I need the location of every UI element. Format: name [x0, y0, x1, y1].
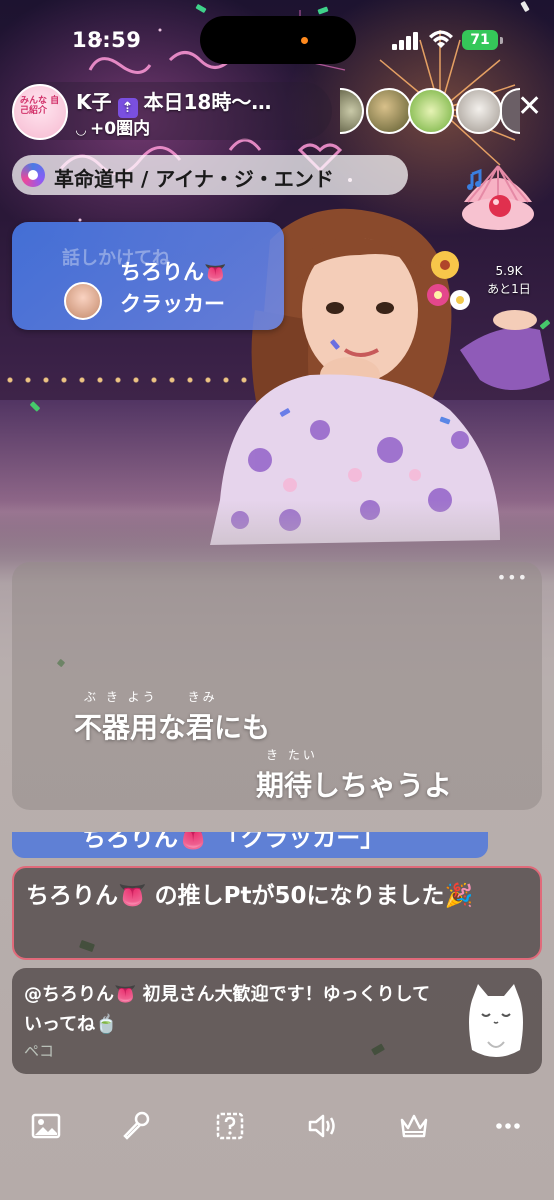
viewer-avatars[interactable] — [340, 88, 520, 134]
gift-sender-name: ちろりん👅 — [120, 256, 226, 286]
system-message-text: ちろりん👅 の推しPtが50になりました🎉 — [26, 883, 474, 909]
cat-sticker-icon — [469, 984, 523, 1057]
more-button[interactable] — [488, 1106, 528, 1146]
status-time: 18:59 — [72, 28, 142, 52]
event-badge[interactable]: 5.9K あと1日 — [476, 262, 542, 298]
recording-indicator-icon — [301, 37, 308, 44]
cellular-signal-icon — [392, 32, 418, 50]
chat-message-author: ペコ — [24, 1042, 55, 1060]
battery-level: 71 — [470, 32, 490, 48]
more-icon — [496, 1123, 520, 1129]
gift-sender-text: ちろりん — [120, 260, 204, 284]
gift-sender-avatar[interactable] — [64, 282, 102, 320]
gift-history-banner: ちろりん👅 「クラッカー」 — [12, 832, 488, 858]
lyric-line-1: 不器用な君にも — [74, 711, 271, 744]
lyrics-more-icon[interactable]: ••• — [497, 568, 528, 587]
lyric-line-2: 期待しちゃうよ — [256, 769, 453, 802]
lyric-line-1-ruby: ぶ き よう きみ — [84, 690, 218, 704]
battery-icon: 71 — [462, 30, 498, 50]
host-ranking: ◡ +0圏内 — [76, 114, 150, 139]
image-button[interactable] — [26, 1106, 66, 1146]
wifi-icon — [429, 30, 453, 48]
host-profile-pill[interactable]: みんな 自己紹介 K子 ⇡ 本日18時〜… ◡ +0圏内 — [10, 82, 332, 140]
host-avatar[interactable]: みんな 自己紹介 — [12, 84, 68, 140]
lyrics-card: ••• ぶ き よう きみ 不器用な君にも き たい 期待しちゃうよ — [12, 562, 542, 810]
gift-notification: 話しかけてね ちろりん👅 クラッカー — [12, 222, 284, 330]
image-icon — [31, 1113, 61, 1139]
viewer-avatar[interactable] — [340, 88, 364, 134]
viewer-avatar[interactable] — [408, 88, 454, 134]
battery-tip — [500, 37, 503, 44]
host-avatar-text: みんな 自己紹介 — [20, 96, 60, 116]
chat-message[interactable]: @ちろりん👅 初見さん大歓迎です！ゆっくりしていってね🍵 ペコ — [12, 968, 542, 1074]
event-count: 5.9K — [495, 264, 523, 278]
song-title: 革命道中 / アイナ・ジ・エンド — [54, 167, 334, 191]
system-message: ちろりん👅 の推しPtが50になりました🎉 — [12, 866, 542, 960]
speaker-button[interactable] — [302, 1106, 342, 1146]
quiz-button[interactable] — [210, 1106, 250, 1146]
stream-header: みんな 自己紹介 K子 ⇡ 本日18時〜… ◡ +0圏内 ✕ — [10, 82, 542, 140]
gift-history-text: ちろりん👅 「クラッカー」 — [82, 832, 385, 852]
gift-item-name: クラッカー — [120, 292, 225, 316]
speaker-icon — [308, 1114, 335, 1138]
now-playing-pill[interactable]: 革命道中 / アイナ・ジ・エンド — [12, 155, 408, 195]
host-ranking-text: +0圏内 — [90, 119, 151, 139]
viewer-avatar[interactable] — [366, 88, 412, 134]
microphone-icon — [123, 1111, 150, 1140]
bottom-toolbar — [0, 1096, 554, 1156]
crown-icon — [400, 1114, 428, 1138]
dynamic-island — [200, 16, 356, 64]
crown-button[interactable] — [394, 1106, 434, 1146]
host-name-suffix: 本日18時〜… — [143, 90, 272, 114]
ranking-icon: ◡ — [76, 123, 86, 138]
quiz-icon — [216, 1112, 244, 1140]
status-bar: 18:59 71 — [0, 0, 554, 80]
event-remaining: あと1日 — [487, 282, 531, 296]
shell-gift-icon[interactable] — [458, 158, 538, 234]
close-icon[interactable]: ✕ — [517, 92, 542, 122]
host-name-prefix: K子 — [76, 90, 112, 114]
tongue-emoji: 👅 — [204, 263, 227, 284]
viewer-avatar[interactable] — [456, 88, 502, 134]
chat-message-text: @ちろりん👅 初見さん大歓迎です！ゆっくりしていってね🍵 — [24, 984, 431, 1035]
microphone-button[interactable] — [116, 1106, 156, 1146]
music-disc-icon — [21, 163, 45, 187]
lyric-line-2-ruby: き たい — [266, 748, 318, 762]
